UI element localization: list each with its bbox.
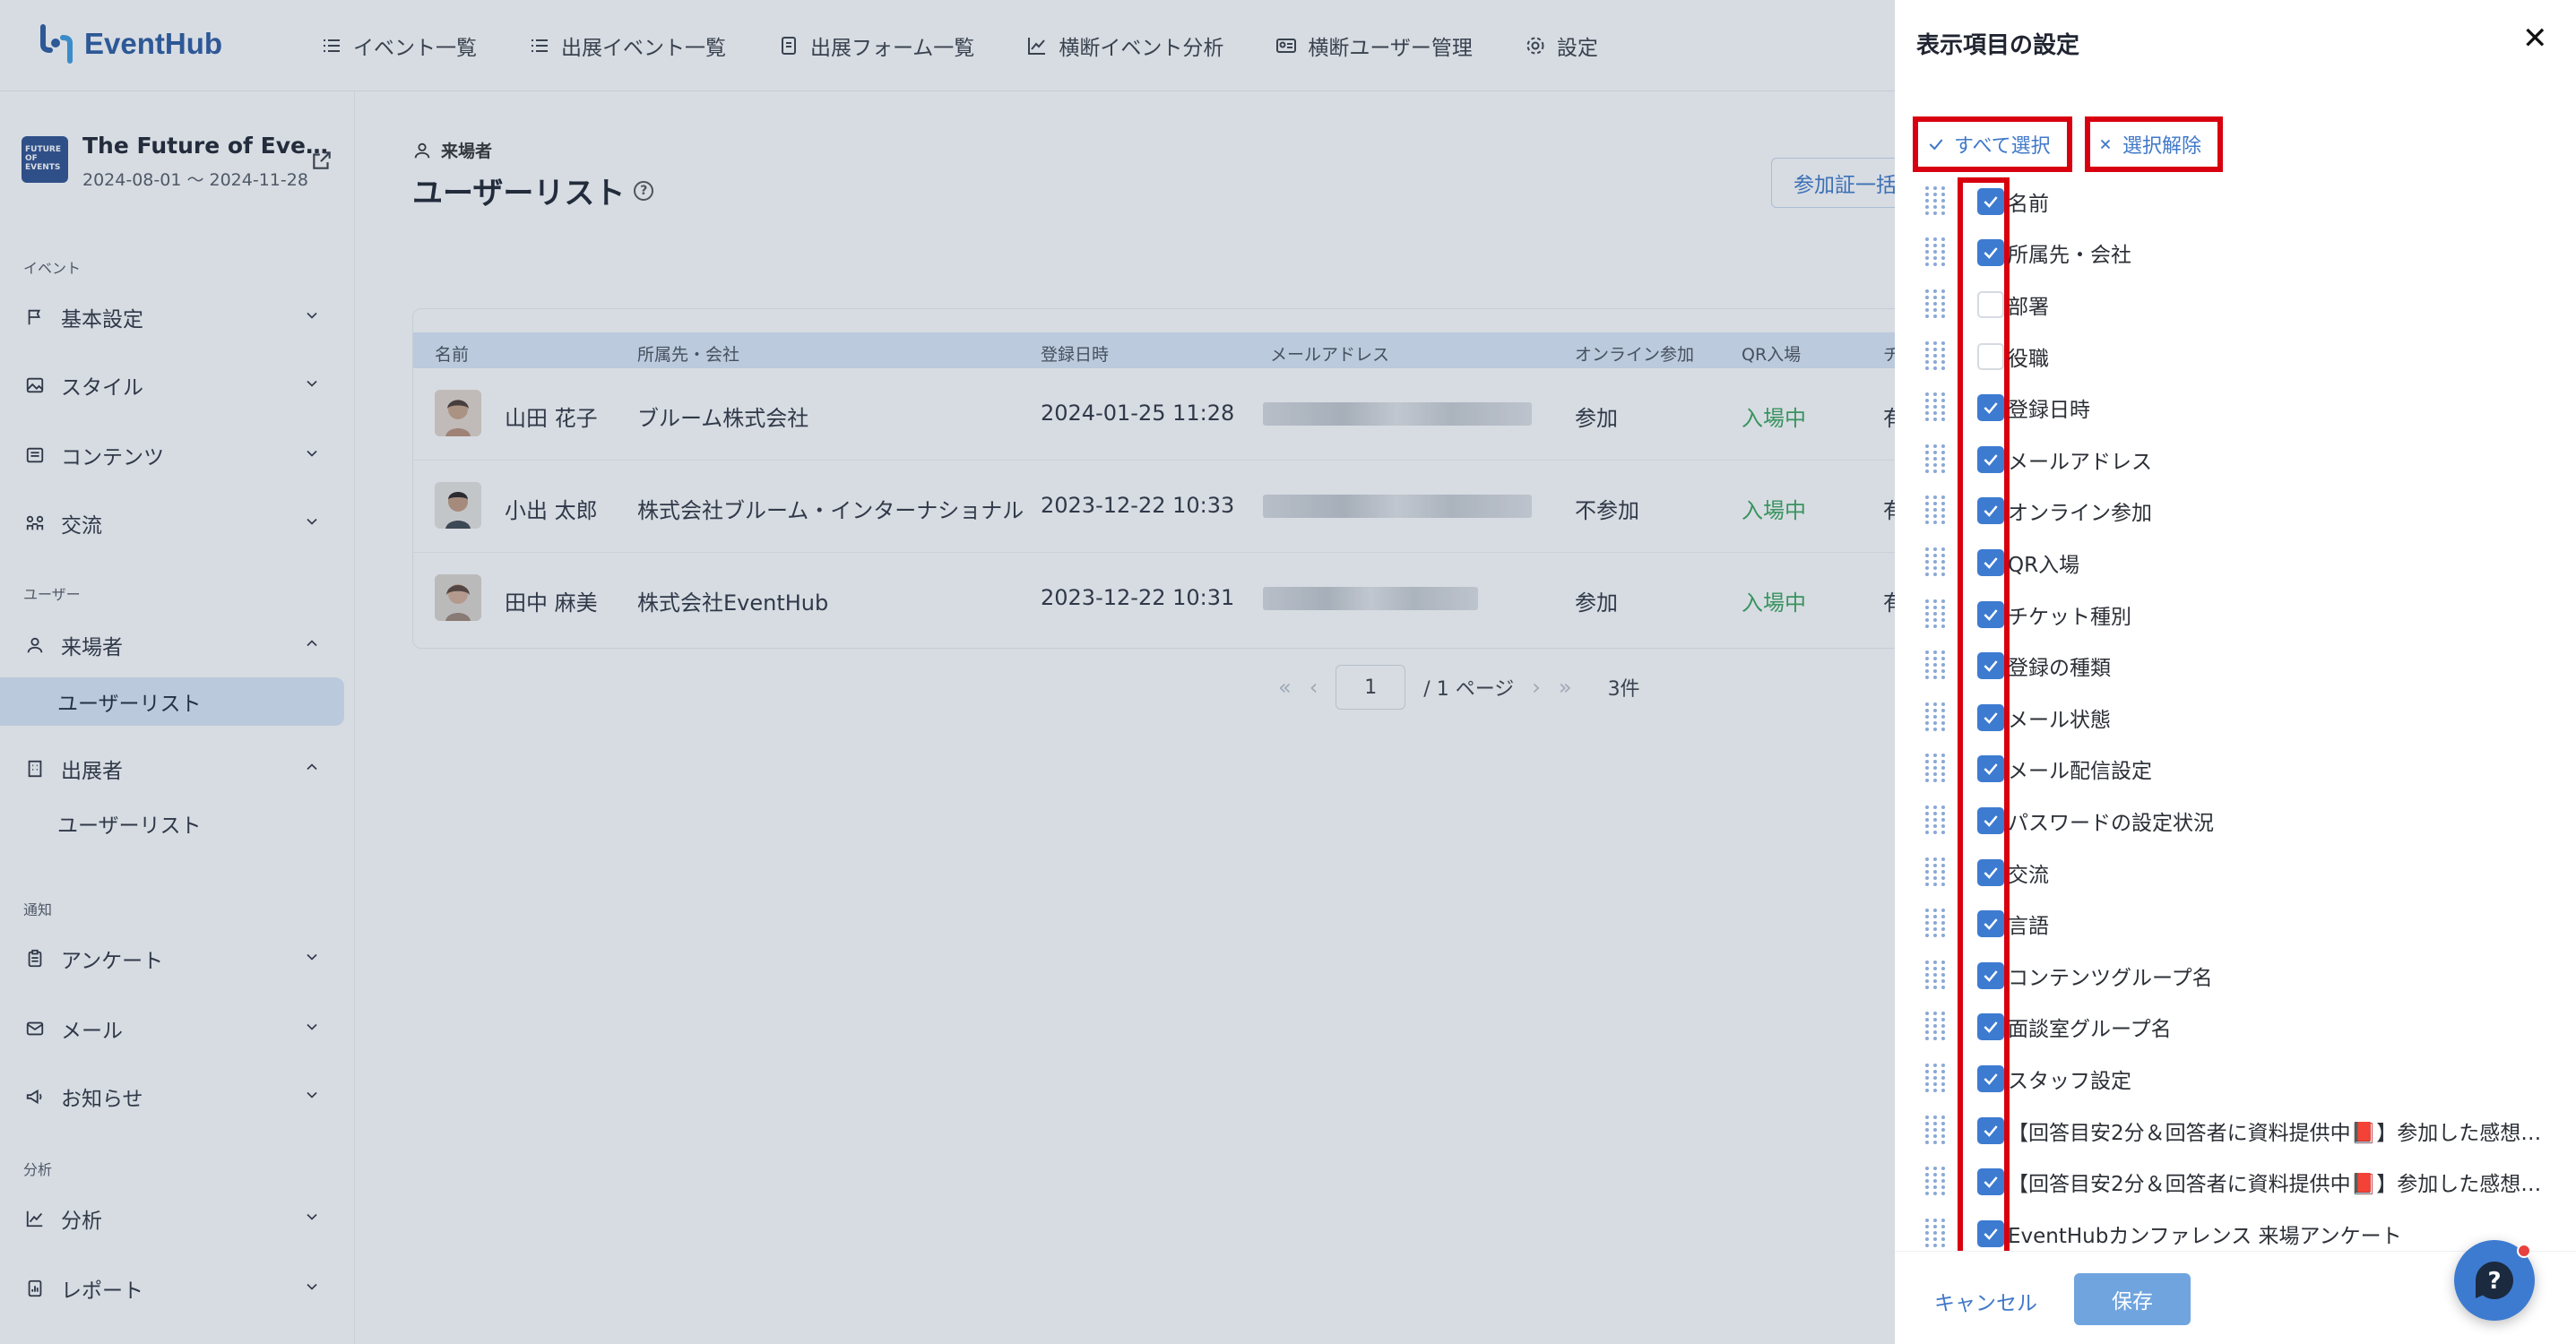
field-checkbox[interactable] [1977,703,2004,731]
field-row[interactable]: 面談室グループ名 [1925,1002,2571,1054]
save-button[interactable]: 保存 [2074,1273,2191,1325]
field-checkbox[interactable] [1977,445,2004,473]
field-label: 所属先・会社 [2008,244,2131,268]
drag-handle-icon[interactable] [1925,547,1945,578]
field-label: 言語 [2008,915,2049,939]
field-label: 登録日時 [2008,399,2090,423]
field-row[interactable]: オンライン参加 [1925,486,2571,538]
field-checkbox[interactable] [1977,342,2004,370]
modal-backdrop[interactable] [0,0,1895,1344]
field-row[interactable]: 交流 [1925,847,2571,899]
field-checkbox[interactable] [1977,755,2004,783]
select-all-button[interactable]: すべて選択 [1927,125,2051,163]
cancel-button[interactable]: キャンセル [1934,1286,2037,1316]
field-row[interactable]: 部署 [1925,279,2571,331]
field-row[interactable]: 言語 [1925,898,2571,950]
field-label: 部署 [2008,295,2049,319]
field-label: コンテンツグループ名 [2008,966,2213,990]
field-row[interactable]: 【回答目安2分＆回答者に資料提供中📕】参加した感想を… [1925,1156,2571,1208]
field-label: チケット種別 [2008,605,2131,629]
drawer-title: 表示項目の設定 [1916,32,2080,59]
close-icon [2100,139,2111,150]
field-label: 登録の種類 [2008,657,2111,681]
field-label: メール状態 [2008,708,2111,732]
drag-handle-icon[interactable] [1925,1218,1945,1249]
field-checkbox[interactable] [1977,858,2004,886]
field-row[interactable]: QR入場 [1925,537,2571,589]
field-row[interactable]: スタッフ設定 [1925,1053,2571,1105]
field-checkbox[interactable] [1977,652,2004,680]
field-label: 【回答目安2分＆回答者に資料提供中📕】参加した感想を… [2008,1173,2546,1197]
deselect-all-button[interactable]: 選択解除 [2097,125,2201,163]
field-row[interactable]: 登録の種類 [1925,640,2571,692]
field-checkbox[interactable] [1977,1064,2004,1092]
drag-handle-icon[interactable] [1925,909,1945,939]
field-row[interactable]: 登録日時 [1925,382,2571,434]
field-label: メール配信設定 [2008,760,2152,784]
field-row[interactable]: 所属先・会社 [1925,228,2571,280]
field-checkbox[interactable] [1977,1168,2004,1196]
field-row[interactable]: メールアドレス [1925,434,2571,486]
field-label: オンライン参加 [2008,502,2152,526]
field-checkbox[interactable] [1977,1116,2004,1144]
field-checkbox[interactable] [1977,910,2004,938]
drag-handle-icon[interactable] [1925,185,1945,217]
field-checkbox[interactable] [1977,806,2004,834]
field-checkbox[interactable] [1977,1219,2004,1247]
field-label: 面談室グループ名 [2008,1018,2172,1042]
drag-handle-icon[interactable] [1925,1012,1945,1042]
drag-handle-icon[interactable] [1925,754,1945,784]
field-checkbox[interactable] [1977,187,2004,215]
field-label: スタッフ設定 [2008,1069,2131,1093]
field-label: 【回答目安2分＆回答者に資料提供中📕】参加した感想を… [2008,1121,2546,1145]
field-row[interactable]: メール配信設定 [1925,744,2571,796]
help-chat-button[interactable]: ? [2454,1240,2535,1321]
check-icon [1929,139,1943,151]
drag-handle-icon[interactable] [1925,495,1945,526]
drag-handle-icon[interactable] [1925,1167,1945,1197]
drag-handle-icon[interactable] [1925,650,1945,681]
field-checkbox[interactable] [1977,1013,2004,1041]
drag-handle-icon[interactable] [1925,1115,1945,1146]
drag-handle-icon[interactable] [1925,857,1945,888]
field-row[interactable]: メール状態 [1925,692,2571,744]
drag-handle-icon[interactable] [1925,599,1945,630]
field-label: 交流 [2008,863,2049,887]
drag-handle-icon[interactable] [1925,444,1945,475]
field-label: EventHubカンファレンス 来場アンケート [2008,1224,2402,1248]
field-checkbox[interactable] [1977,961,2004,989]
field-checkbox[interactable] [1977,548,2004,576]
drag-handle-icon[interactable] [1925,805,1945,836]
field-checkbox[interactable] [1977,497,2004,525]
field-label: メールアドレス [2008,450,2152,474]
column-settings-drawer: 表示項目の設定 ✕ すべて選択 選択解除 名前所属先・会社 部署役職登録日時メール… [1895,0,2576,1344]
field-row[interactable]: 名前 [1925,176,2571,228]
field-label: 名前 [2008,192,2049,216]
field-row[interactable]: 【回答目安2分＆回答者に資料提供中📕】参加した感想を… [1925,1105,2571,1157]
question-mark-icon: ? [2476,1262,2513,1300]
drag-handle-icon[interactable] [1925,392,1945,423]
field-row[interactable]: パスワードの設定状況 [1925,795,2571,847]
drag-handle-icon[interactable] [1925,1063,1945,1094]
field-row[interactable]: チケット種別 [1925,589,2571,641]
svg-text:?: ? [2487,1268,2501,1295]
drag-handle-icon[interactable] [1925,289,1945,320]
field-label: 役職 [2008,347,2049,371]
deselect-all-label: 選択解除 [2122,135,2202,158]
drag-handle-icon[interactable] [1925,960,1945,991]
drag-handle-icon[interactable] [1925,237,1945,268]
field-checkbox[interactable] [1977,394,2004,422]
field-row[interactable]: コンテンツグループ名 [1925,950,2571,1002]
field-checkbox[interactable] [1977,600,2004,628]
field-label: QR入場 [2008,553,2080,577]
field-checkbox[interactable] [1977,290,2004,318]
drag-handle-icon[interactable] [1925,340,1945,372]
notification-dot [2517,1244,2531,1258]
select-all-label: すべて選択 [1954,135,2051,158]
field-checkbox[interactable] [1977,239,2004,267]
drag-handle-icon[interactable] [1925,702,1945,733]
field-label: パスワードの設定状況 [2008,811,2214,835]
close-icon[interactable]: ✕ [2522,23,2548,54]
field-row[interactable]: 役職 [1925,331,2571,383]
